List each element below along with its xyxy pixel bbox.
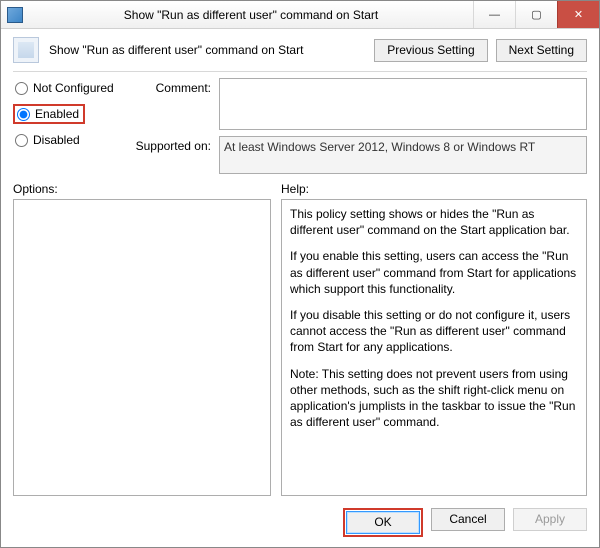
- panes: Options: Help: This policy setting shows…: [1, 174, 599, 500]
- ok-button[interactable]: OK: [346, 511, 420, 534]
- help-pane: Help: This policy setting shows or hides…: [281, 182, 587, 496]
- policy-name: Show "Run as different user" command on …: [49, 43, 364, 57]
- dialog-buttons: OK Cancel Apply: [1, 500, 599, 547]
- nav-buttons: Previous Setting Next Setting: [374, 39, 587, 62]
- supported-text: [219, 136, 587, 174]
- radio-not-configured[interactable]: Not Configured: [13, 80, 123, 96]
- help-label: Help:: [281, 182, 587, 196]
- title-bar: Show "Run as different user" command on …: [1, 1, 599, 29]
- next-setting-button[interactable]: Next Setting: [496, 39, 587, 62]
- separator: [13, 71, 587, 72]
- apply-button[interactable]: Apply: [513, 508, 587, 531]
- app-icon: [7, 7, 23, 23]
- comment-row: Comment:: [133, 78, 587, 130]
- previous-setting-button[interactable]: Previous Setting: [374, 39, 487, 62]
- radio-disabled[interactable]: Disabled: [13, 132, 123, 148]
- close-button[interactable]: ✕: [557, 1, 599, 28]
- state-radio-group: Not Configured Enabled Disabled: [13, 78, 123, 174]
- comment-input[interactable]: [219, 78, 587, 130]
- help-paragraph: If you disable this setting or do not co…: [290, 307, 578, 356]
- config-row: Not Configured Enabled Disabled Comment:…: [1, 78, 599, 174]
- radio-disabled-input[interactable]: [15, 134, 28, 147]
- ok-highlight: OK: [343, 508, 423, 537]
- right-column: Comment: Supported on:: [133, 78, 587, 174]
- dialog-window: Show "Run as different user" command on …: [0, 0, 600, 548]
- minimize-button[interactable]: —: [473, 1, 515, 28]
- cancel-button[interactable]: Cancel: [431, 508, 505, 531]
- options-pane: Options:: [13, 182, 271, 496]
- radio-enabled-label: Enabled: [35, 107, 79, 121]
- help-paragraph: Note: This setting does not prevent user…: [290, 366, 578, 431]
- radio-disabled-label: Disabled: [33, 133, 80, 147]
- options-body[interactable]: [13, 199, 271, 496]
- window-title: Show "Run as different user" command on …: [29, 8, 473, 22]
- supported-row: Supported on:: [133, 136, 587, 174]
- radio-not-configured-label: Not Configured: [33, 81, 114, 95]
- header-row: Show "Run as different user" command on …: [1, 29, 599, 69]
- maximize-button[interactable]: ▢: [515, 1, 557, 28]
- window-buttons: — ▢ ✕: [473, 1, 599, 28]
- help-body[interactable]: This policy setting shows or hides the "…: [281, 199, 587, 496]
- supported-label: Supported on:: [133, 136, 211, 153]
- help-paragraph: If you enable this setting, users can ac…: [290, 248, 578, 297]
- help-paragraph: This policy setting shows or hides the "…: [290, 206, 578, 238]
- options-label: Options:: [13, 182, 271, 196]
- radio-enabled[interactable]: Enabled: [13, 104, 85, 124]
- policy-icon: [13, 37, 39, 63]
- radio-not-configured-input[interactable]: [15, 82, 28, 95]
- radio-enabled-input[interactable]: [17, 108, 30, 121]
- comment-label: Comment:: [133, 78, 211, 95]
